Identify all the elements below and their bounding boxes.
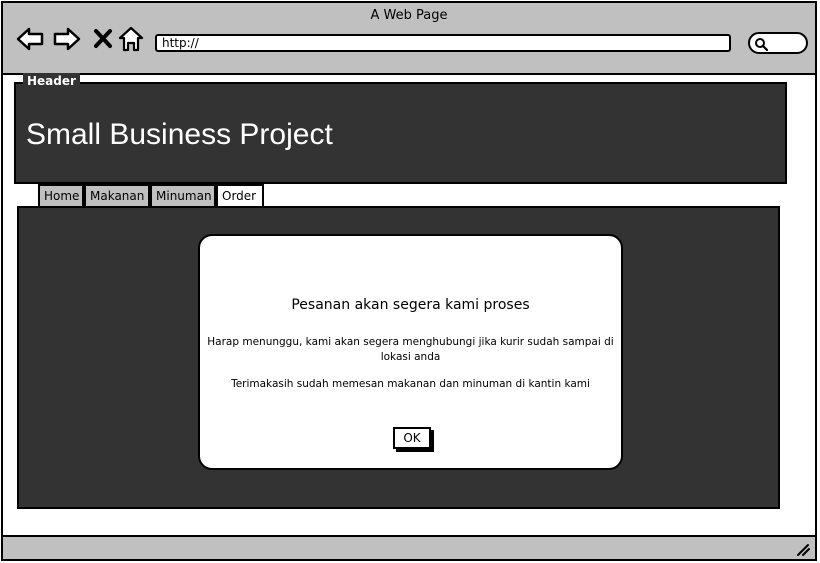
home-icon[interactable]	[117, 25, 145, 53]
header-legend: Header	[23, 73, 80, 89]
resize-handle-icon[interactable]	[795, 541, 811, 557]
search-icon	[755, 38, 768, 51]
page-title: Small Business Project	[26, 118, 333, 151]
status-bar	[3, 535, 815, 559]
url-input[interactable]: http://	[155, 34, 731, 52]
close-x-icon[interactable]	[91, 25, 119, 53]
dialog-title: Pesanan akan segera kami proses	[291, 297, 530, 313]
search-field[interactable]	[748, 32, 808, 54]
browser-window: A Web Page http:// Small Business Projec…	[1, 1, 817, 561]
tab-order[interactable]: Order	[216, 184, 264, 207]
tab-home[interactable]: Home	[38, 184, 84, 207]
window-title: A Web Page	[370, 8, 448, 23]
ok-button[interactable]: OK	[393, 427, 431, 449]
forward-arrow-icon[interactable]	[53, 25, 81, 53]
tab-makanan[interactable]: Makanan	[84, 184, 150, 207]
confirmation-dialog: Pesanan akan segera kami proses Harap me…	[198, 234, 623, 470]
tab-minuman[interactable]: Minuman	[150, 184, 216, 207]
back-arrow-icon[interactable]	[16, 25, 44, 53]
browser-toolbar: A Web Page http://	[3, 3, 815, 75]
header-section: Small Business Project	[14, 82, 787, 184]
dialog-thanks-message: Terimakasih sudah memesan makanan dan mi…	[231, 378, 590, 390]
dialog-message: Harap menunggu, kami akan segera menghub…	[207, 336, 614, 363]
